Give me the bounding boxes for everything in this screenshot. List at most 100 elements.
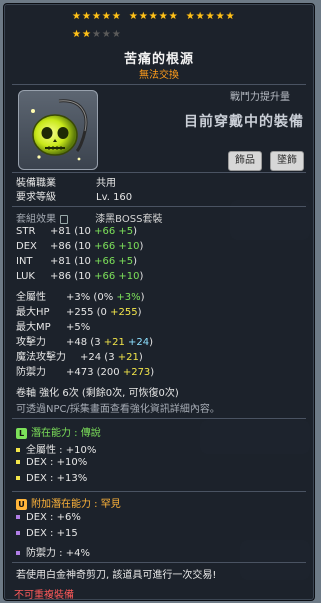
stat-flame-bonus: +3% <box>116 292 141 303</box>
stat-base: (3 <box>101 352 118 363</box>
star-group: ★ ★ ★ ★ ★ <box>72 29 121 41</box>
stat-name: 最大HP <box>16 307 50 318</box>
bonus-potential-line: 防禦力 : +4% <box>16 544 90 559</box>
stat-row-max-hp: 最大HP +255 (0 +255) <box>16 303 141 318</box>
stat-name: STR <box>16 226 36 237</box>
potential-line: DEX : +10% <box>16 457 87 468</box>
stat-flame-bonus: +66 <box>94 241 116 252</box>
stat-flame-bonus: +66 <box>94 271 116 282</box>
stat-row-str: STR +81 (10 +66 +5) <box>16 226 137 237</box>
stat-close: ) <box>149 337 154 348</box>
star-icon: ★ <box>168 11 178 22</box>
divider <box>12 206 306 207</box>
divider <box>12 562 306 563</box>
stat-total: +86 <box>50 271 72 282</box>
stat-star-bonus: +10 <box>118 271 140 282</box>
bullet-icon <box>16 531 20 535</box>
stat-base: (10 <box>71 226 95 237</box>
bonus-potential-line-text: DEX : +6% <box>26 512 81 523</box>
bonus-potential-line-text: DEX : +15 <box>26 528 78 539</box>
divider <box>12 418 306 419</box>
star-icon: ★ <box>81 11 91 22</box>
level-value: Lv. 160 <box>96 192 133 203</box>
bullet-icon <box>16 515 20 519</box>
lock-icon <box>60 214 68 224</box>
job-label: 裝備職業 <box>16 178 56 189</box>
star-icon: ★ <box>111 11 121 22</box>
bullet-icon <box>16 460 20 464</box>
star-row: ★ ★ ★ ★ ★ <box>72 29 262 41</box>
item-icon-frame <box>18 90 98 170</box>
bonus-potential-title: 附加潛在能力 : 罕見 <box>31 499 121 510</box>
trade-status: 無法交換 <box>139 70 179 81</box>
stat-base: (3 <box>87 337 104 348</box>
stat-close: ) <box>139 241 144 252</box>
scroll-upgrade-line: 卷軸 強化 6次 (剩餘0次, 可恢復0次) <box>16 388 179 399</box>
star-icon: ★ <box>225 11 235 22</box>
empty-star-icon: ★ <box>91 29 101 40</box>
level-label: 要求等級 <box>16 192 56 203</box>
stat-base: (10 <box>71 241 95 252</box>
stat-star-bonus: +273 <box>122 367 151 378</box>
stat-total: +3% <box>66 292 91 303</box>
unique-badge-icon: U <box>16 498 27 510</box>
category-tag-pendant: 墜飾 <box>270 151 304 171</box>
stat-row-luk: LUK +86 (10 +66 +10) <box>16 271 143 282</box>
stat-name: 魔法攻擊力 <box>16 352 66 363</box>
stat-close: ) <box>139 271 144 282</box>
star-icon: ★ <box>215 11 225 22</box>
star-row: ★ ★ ★ ★ ★ ★ ★ ★ ★ ★ ★ ★ ★ ★ ★ <box>72 11 262 23</box>
currently-equipped-label: 目前穿戴中的裝備 <box>184 114 304 130</box>
stat-base: (0% <box>90 292 117 303</box>
legendary-badge-icon: L <box>16 427 27 439</box>
stat-row-attack: 攻擊力 +48 (3 +21 +24) <box>16 333 153 348</box>
stat-total: +24 <box>80 352 102 363</box>
stat-total: +81 <box>50 256 72 267</box>
unique-equip-note: 不可重複裝備 <box>14 590 74 601</box>
star-group: ★ ★ ★ ★ ★ <box>129 11 178 23</box>
stat-star-bonus: +10 <box>118 241 140 252</box>
divider <box>12 172 306 173</box>
stat-extra-bonus: +24 <box>128 337 150 348</box>
stat-star-bonus: +21 <box>103 337 125 348</box>
stat-flame-bonus: +66 <box>94 226 116 237</box>
star-icon: ★ <box>205 11 215 22</box>
star-icon: ★ <box>72 29 81 40</box>
stat-name: 攻擊力 <box>16 337 46 348</box>
stat-star-bonus: +5 <box>118 256 134 267</box>
stat-star-bonus: +21 <box>117 352 139 363</box>
stat-close: ) <box>133 256 138 267</box>
potential-line: DEX : +13% <box>16 473 87 484</box>
stat-total: +255 <box>66 307 94 318</box>
stat-base: (10 <box>71 271 95 282</box>
set-effect-label: 套組效果 <box>16 214 56 225</box>
empty-star-icon: ★ <box>111 29 121 40</box>
bonus-potential-line: DEX : +15 <box>16 528 78 539</box>
stat-name: DEX <box>16 241 37 252</box>
bonus-potential-header: U 附加潛在能力 : 罕見 <box>16 495 121 510</box>
star-group: ★ ★ ★ ★ ★ <box>72 11 121 23</box>
level-row: 要求等級 Lv. 160 <box>16 188 132 203</box>
star-icon: ★ <box>158 11 168 22</box>
star-icon: ★ <box>148 11 158 22</box>
scissors-note: 若使用白金神奇剪刀, 該道具可進行一次交易! <box>16 570 217 581</box>
stat-close: ) <box>137 307 142 318</box>
stat-flame-bonus: +66 <box>94 256 116 267</box>
stat-total: +86 <box>50 241 72 252</box>
stat-name: INT <box>16 256 33 267</box>
star-icon: ★ <box>128 11 138 22</box>
stat-base: (200 <box>93 367 123 378</box>
skull-pendant-icon <box>31 99 88 161</box>
stat-row-dex: DEX +86 (10 +66 +10) <box>16 241 143 252</box>
star-icon: ★ <box>195 11 205 22</box>
potential-title: 潛在能力 : 傳說 <box>31 428 101 439</box>
stat-star-bonus: +5 <box>118 226 134 237</box>
empty-star-icon: ★ <box>101 29 111 40</box>
stat-row-max-mp: 最大MP +5% <box>16 318 90 333</box>
star-icon: ★ <box>81 29 91 40</box>
potential-line-text: 全屬性 : +10% <box>26 445 97 456</box>
potential-line: 全屬性 : +10% <box>16 441 96 456</box>
category-tag-accessory: 飾品 <box>228 151 262 171</box>
item-tooltip: ★ ★ ★ ★ ★ ★ ★ ★ ★ ★ ★ ★ ★ ★ ★ ★ ★ ★ ★ ★ 苦痛的根源 無法交換 <box>3 3 315 601</box>
stat-row-int: INT +81 (10 +66 +5) <box>16 256 137 267</box>
